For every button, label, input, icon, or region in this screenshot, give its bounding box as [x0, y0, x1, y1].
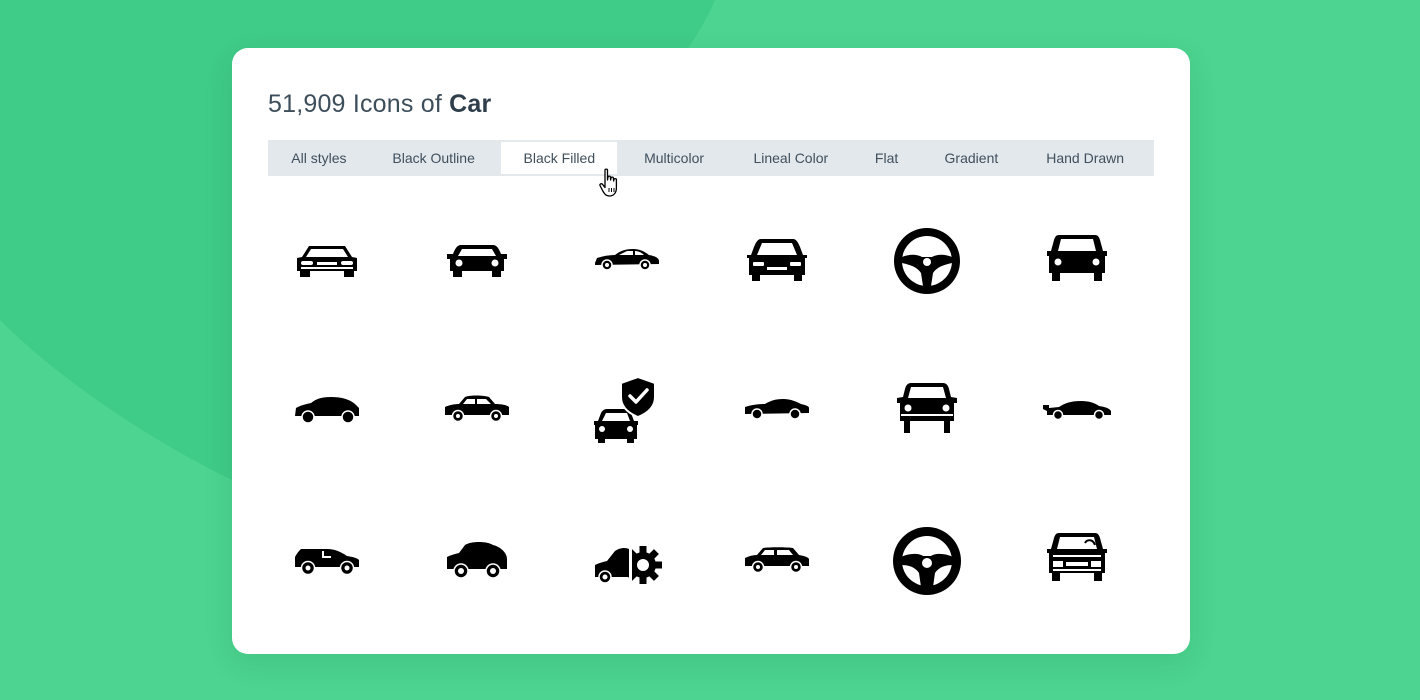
icon-cell[interactable] [252, 486, 402, 636]
icon-cell[interactable] [1002, 486, 1152, 636]
icon-cell[interactable] [702, 486, 852, 636]
icon-cell[interactable] [852, 486, 1002, 636]
tab-multicolor[interactable]: Multicolor [617, 142, 731, 174]
steering-wheel-large-icon [893, 527, 961, 595]
car-front-icon [447, 245, 507, 277]
sedan-side-icon [595, 249, 659, 271]
icon-cell[interactable] [402, 186, 552, 336]
tab-gradient[interactable]: Gradient [923, 142, 1021, 174]
car-settings-gear-icon [595, 543, 662, 584]
sports-car-spoiler-icon [1043, 401, 1111, 421]
icon-cell[interactable] [552, 486, 702, 636]
suv-side-icon [295, 549, 359, 576]
title-text: Icons of [345, 90, 450, 118]
icon-cell[interactable] [852, 186, 1002, 336]
sports-sedan-side-icon [745, 399, 809, 420]
car-front-solid-icon [747, 239, 807, 281]
tab-flat[interactable]: Flat [851, 142, 923, 174]
icon-cell[interactable] [252, 336, 402, 486]
icon-cell[interactable] [1002, 186, 1152, 336]
tab-all-styles[interactable]: All styles [272, 142, 366, 174]
car-front-round-icon [897, 383, 957, 433]
result-count: 51,909 [268, 90, 346, 118]
icon-cell[interactable] [702, 336, 852, 486]
car-front-boxy-icon [1047, 235, 1107, 281]
tab-black-outline[interactable]: Black Outline [366, 142, 502, 174]
icon-cell[interactable] [252, 186, 402, 336]
icon-cell[interactable] [1002, 336, 1152, 486]
icon-cell[interactable] [702, 186, 852, 336]
icon-cell[interactable] [852, 336, 1002, 486]
icon-cell[interactable] [552, 336, 702, 486]
icon-cell[interactable] [402, 336, 552, 486]
vintage-car-front-icon [1047, 533, 1107, 581]
hatchback-side-icon [295, 397, 359, 424]
tab-lineal-color[interactable]: Lineal Color [731, 142, 851, 174]
compact-car-side-icon [447, 542, 507, 579]
icon-results-card: 51,909 Icons of Car All styles Black Out… [232, 48, 1190, 654]
sedan-small-side-icon [445, 395, 509, 423]
search-keyword: Car [449, 90, 492, 118]
mini-car-side-icon [745, 547, 809, 574]
tab-hand-drawn[interactable]: Hand Drawn [1020, 142, 1150, 174]
car-front-outline-icon [297, 246, 357, 277]
icon-grid [252, 186, 1152, 636]
page-title: 51,909 Icons of Car [268, 90, 491, 119]
icon-cell[interactable] [402, 486, 552, 636]
style-filter-tabs: All styles Black Outline Black Filled Mu… [268, 140, 1154, 176]
icon-cell[interactable] [552, 186, 702, 336]
steering-wheel-icon [894, 228, 960, 294]
car-insurance-shield-icon [594, 375, 656, 443]
